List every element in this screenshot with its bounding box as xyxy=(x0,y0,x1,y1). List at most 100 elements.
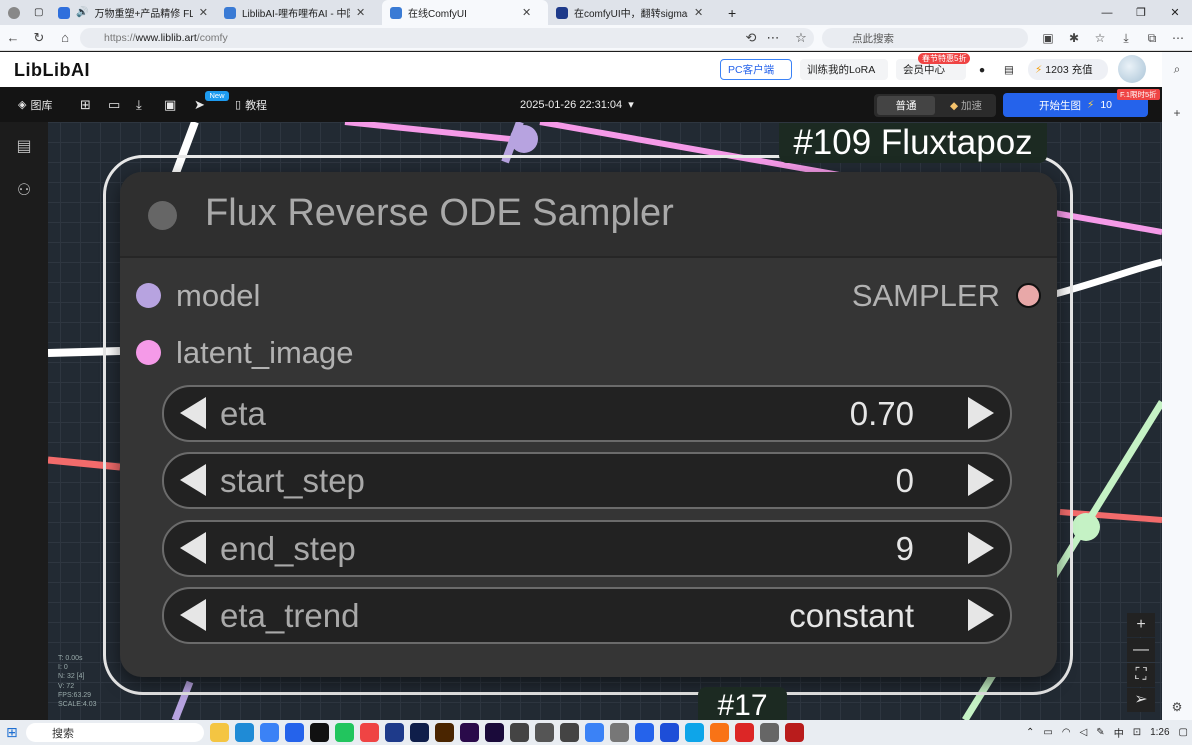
library-button[interactable]: ◈ 图库 xyxy=(18,87,52,122)
taskbar-search[interactable]: 搜索 xyxy=(26,723,204,742)
after-effects-icon[interactable] xyxy=(485,723,504,742)
restore-icon[interactable]: ❐ xyxy=(1124,0,1158,25)
pen-icon[interactable]: ✎ xyxy=(1096,727,1104,738)
app-icon[interactable] xyxy=(660,723,679,742)
search-input[interactable]: 点此搜索 xyxy=(822,28,1028,48)
app-icon[interactable] xyxy=(710,723,729,742)
wechat-icon[interactable] xyxy=(335,723,354,742)
ime-mode-icon[interactable]: ⊡ xyxy=(1133,727,1141,738)
notification-icon[interactable]: ▢ xyxy=(1179,727,1188,738)
ime-indicator[interactable]: 中 xyxy=(1114,725,1124,740)
increment-arrow-icon[interactable] xyxy=(968,464,994,496)
settings-more-icon[interactable]: ⋯ xyxy=(1165,25,1191,51)
app-icon[interactable] xyxy=(360,723,379,742)
widget-eta[interactable]: eta 0.70 xyxy=(162,385,1012,442)
app-icon[interactable] xyxy=(285,723,304,742)
tree-icon[interactable]: ⚇ xyxy=(0,180,48,200)
file-explorer-icon[interactable] xyxy=(210,723,229,742)
zoom-in-icon[interactable]: + xyxy=(1127,613,1155,637)
more-icon[interactable]: ⋯ xyxy=(760,25,786,51)
node-collapse-dot[interactable] xyxy=(148,201,177,230)
tiktok-icon[interactable] xyxy=(310,723,329,742)
volume-icon[interactable]: ◁ xyxy=(1080,727,1088,738)
close-tab-icon[interactable]: ✕ xyxy=(356,6,365,19)
node-header[interactable]: Flux Reverse ODE Sampler xyxy=(120,172,1057,258)
decrement-arrow-icon[interactable] xyxy=(180,532,206,564)
tab-4[interactable]: 在comfyUI中，翻转sigmas节点卡 ✕ xyxy=(548,0,720,25)
publish-icon[interactable]: ➤ xyxy=(194,87,205,122)
app-icon[interactable] xyxy=(610,723,629,742)
close-window-icon[interactable]: ✕ xyxy=(1158,0,1192,25)
settings-icon[interactable]: ⚙ xyxy=(1162,700,1192,714)
collections-icon[interactable]: ⧉ xyxy=(1139,25,1165,51)
back-icon[interactable]: ← xyxy=(0,25,26,51)
close-tab-icon[interactable]: ✕ xyxy=(694,6,703,19)
app-icon[interactable] xyxy=(760,723,779,742)
lrc-icon[interactable] xyxy=(385,723,404,742)
increment-arrow-icon[interactable] xyxy=(968,599,994,631)
widget-start-step[interactable]: start_step 0 xyxy=(162,452,1012,509)
url-field[interactable]: https://www.liblib.art/comfy xyxy=(80,28,814,48)
output-slot-sampler[interactable] xyxy=(1016,283,1041,308)
decrement-arrow-icon[interactable] xyxy=(180,464,206,496)
liblib-logo[interactable]: LibLibAI xyxy=(14,60,90,81)
train-lora-button[interactable]: 训练我的LoRA xyxy=(800,59,888,80)
app-icon[interactable] xyxy=(535,723,554,742)
pc-client-button[interactable]: PC客户端 xyxy=(720,59,792,80)
group-title[interactable]: #109 Fluxtapoz xyxy=(779,123,1047,163)
photoshop-icon[interactable] xyxy=(410,723,429,742)
download-icon[interactable]: ⤓ xyxy=(1113,25,1139,51)
user-avatar[interactable] xyxy=(1118,55,1146,83)
increment-arrow-icon[interactable] xyxy=(968,397,994,429)
mode-normal-button[interactable]: 普通 xyxy=(877,96,935,115)
app-icon[interactable] xyxy=(260,723,279,742)
app-icon[interactable] xyxy=(685,723,704,742)
new-tab-button[interactable]: + xyxy=(720,0,744,25)
charge-button[interactable]: ⚡ 1203 充值 xyxy=(1028,59,1108,80)
favorite-star-icon[interactable]: ☆ xyxy=(788,25,814,51)
battery-icon[interactable]: ▭ xyxy=(1043,727,1052,738)
zoom-out-icon[interactable]: — xyxy=(1127,638,1155,662)
mode-fast-button[interactable]: ◆ 加速 xyxy=(938,96,994,115)
input-slot-model[interactable] xyxy=(136,283,161,308)
edge-icon[interactable] xyxy=(235,723,254,742)
tab-1[interactable]: 🔊 万物重塑+产品精修 FLUX RF ✕ xyxy=(50,0,216,25)
widget-end-step[interactable]: end_step 9 xyxy=(162,520,1012,577)
decrement-arrow-icon[interactable] xyxy=(180,397,206,429)
premiere-icon[interactable] xyxy=(460,723,479,742)
increment-arrow-icon[interactable] xyxy=(968,532,994,564)
add-icon[interactable]: + xyxy=(1162,106,1192,120)
chevron-up-icon[interactable]: ⌃ xyxy=(1026,727,1034,738)
document-icon[interactable]: ▤ xyxy=(0,136,48,156)
save-icon[interactable]: ▣ xyxy=(164,87,176,122)
fit-view-icon[interactable]: ⛶ xyxy=(1127,663,1155,687)
tutorial-button[interactable]: ▯ 教程 xyxy=(235,87,267,122)
locate-icon[interactable]: ➢ xyxy=(1127,688,1155,712)
tab-3[interactable]: 在线ComfyUI ✕ xyxy=(382,0,548,25)
app-icon[interactable] xyxy=(585,723,604,742)
app-icon[interactable] xyxy=(735,723,754,742)
app-icon[interactable] xyxy=(785,723,804,742)
tab-actions-icon[interactable]: ▢ xyxy=(26,0,50,25)
widget-eta-trend[interactable]: eta_trend constant xyxy=(162,587,1012,644)
extension-icon[interactable]: ▣ xyxy=(1035,25,1061,51)
folder-icon[interactable]: ▤ xyxy=(1000,59,1018,80)
workflow-datetime[interactable]: 2025-01-26 22:31:04 ▾ xyxy=(520,87,634,122)
illustrator-icon[interactable] xyxy=(435,723,454,742)
profile-avatar[interactable] xyxy=(0,0,26,25)
minimize-icon[interactable]: — xyxy=(1090,0,1124,25)
app-icon[interactable] xyxy=(560,723,579,742)
close-tab-icon[interactable]: ✕ xyxy=(199,6,208,19)
input-slot-latent-image[interactable] xyxy=(136,340,161,365)
refresh-icon[interactable]: ↻ xyxy=(26,25,52,51)
open-folder-icon[interactable]: ▭ xyxy=(108,87,120,122)
tab-2[interactable]: LiblibAI-哩布哩布AI - 中国领先的 ✕ xyxy=(216,0,382,25)
flux-reverse-ode-sampler-node[interactable]: Flux Reverse ODE Sampler model latent_im… xyxy=(120,172,1057,677)
clock[interactable]: 1:26 xyxy=(1150,727,1169,738)
message-icon[interactable]: ● xyxy=(973,59,991,80)
new-file-icon[interactable]: ⊞ xyxy=(80,87,91,122)
wifi-icon[interactable]: ◠ xyxy=(1062,727,1071,738)
app-icon[interactable] xyxy=(510,723,529,742)
download-icon[interactable]: ⤓ xyxy=(136,87,142,122)
decrement-arrow-icon[interactable] xyxy=(180,599,206,631)
